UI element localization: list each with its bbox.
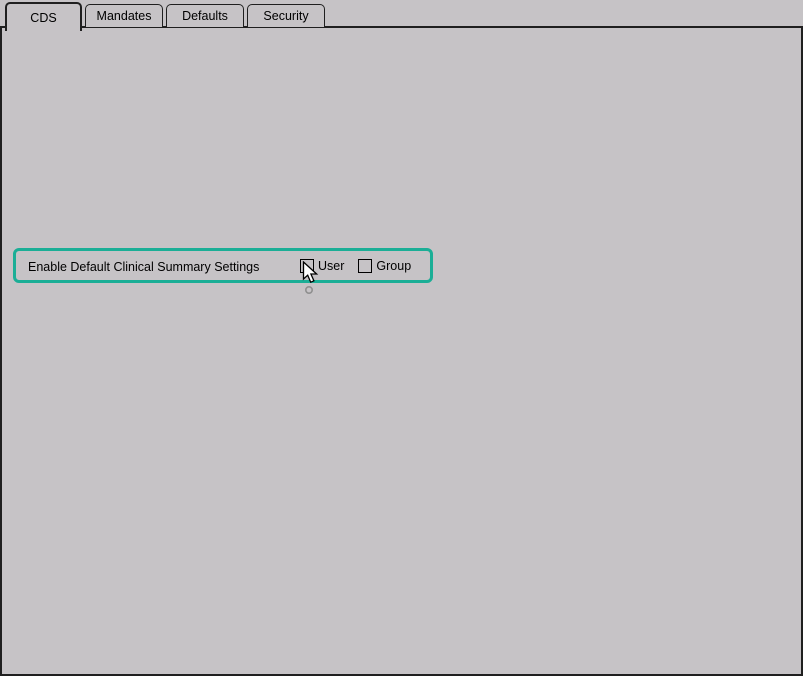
checkbox-icon[interactable] <box>358 259 372 273</box>
tab[interactable]: Mandates <box>85 4 163 27</box>
tab[interactable]: Security <box>247 4 325 27</box>
summary-settings-label: Enable Default Clinical Summary Settings <box>28 260 259 274</box>
summary-option-row[interactable]: Group <box>358 259 411 273</box>
tab-label: CDS <box>30 11 56 25</box>
tab-bar: CDS Mandates Defaults Security <box>0 0 803 31</box>
mouse-cursor-icon <box>302 261 322 297</box>
summary-option-label: Group <box>376 259 411 273</box>
cds-tab-panel <box>0 26 803 676</box>
tab-label: Mandates <box>97 9 152 23</box>
tab[interactable]: CDS <box>5 2 82 31</box>
tab-label: Defaults <box>182 9 228 23</box>
tab-label: Security <box>263 9 308 23</box>
tab[interactable]: Defaults <box>166 4 244 27</box>
